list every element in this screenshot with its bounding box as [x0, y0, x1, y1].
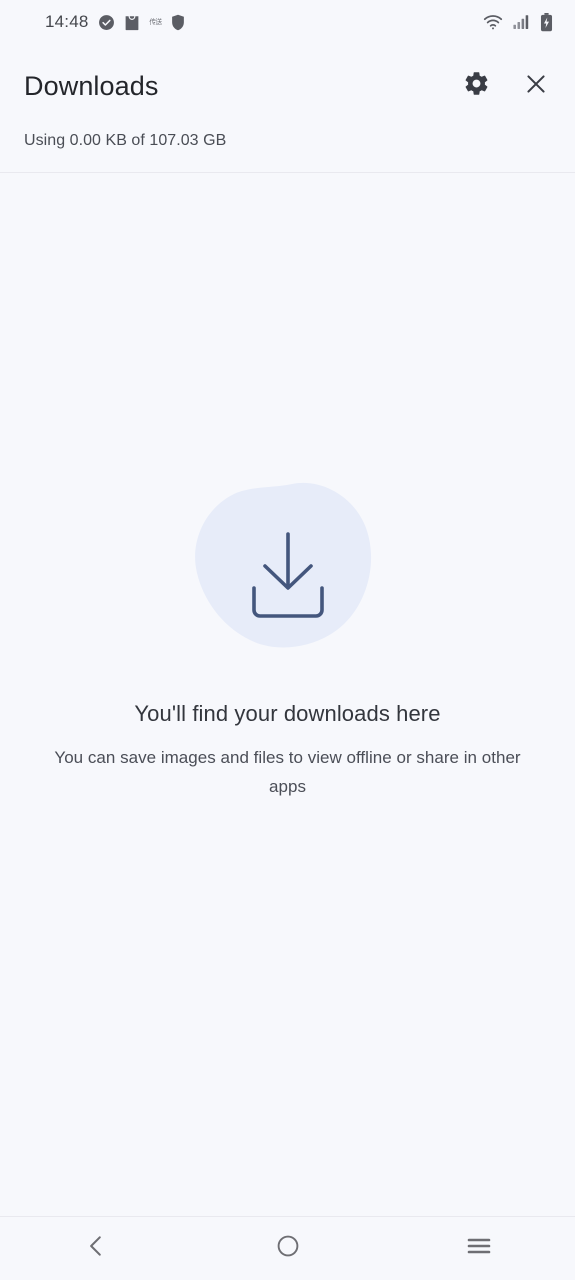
empty-state-headline: You'll find your downloads here	[134, 701, 441, 726]
check-circle-icon	[98, 14, 115, 31]
close-button[interactable]	[519, 69, 553, 103]
battery-charging-icon	[540, 12, 553, 32]
status-bar-right	[483, 12, 553, 32]
header-row: Downloads	[24, 58, 553, 114]
status-bar-left: 14:48 传送	[45, 12, 185, 32]
nav-recents-button[interactable]	[383, 1217, 575, 1280]
status-bar-clock: 14:48	[45, 12, 89, 31]
circle-icon	[276, 1234, 300, 1263]
settings-button[interactable]	[459, 69, 493, 103]
header-actions	[459, 69, 553, 103]
hamburger-menu-icon	[466, 1236, 492, 1261]
empty-state-subtext: You can save images and files to view of…	[54, 748, 521, 797]
cellular-signal-icon	[513, 14, 530, 30]
status-bar: 14:48 传送	[0, 0, 575, 44]
wifi-icon	[483, 14, 503, 30]
chevron-left-icon	[83, 1233, 109, 1264]
gear-icon	[463, 70, 490, 102]
page-title: Downloads	[24, 70, 159, 101]
empty-state: You'll find your downloads here You can …	[0, 480, 575, 801]
close-icon	[523, 71, 549, 102]
downloads-list-empty: You'll find your downloads here You can …	[0, 173, 575, 1216]
download-illustration	[188, 480, 388, 665]
system-navigation-bar	[0, 1216, 575, 1280]
shield-icon	[171, 14, 185, 31]
cjk-text-badge: 传送	[148, 18, 162, 26]
nav-home-button[interactable]	[192, 1217, 384, 1280]
download-tray-icon	[251, 531, 324, 618]
shopping-bag-icon	[124, 14, 140, 31]
nav-back-button[interactable]	[0, 1217, 192, 1280]
storage-usage-text: Using 0.00 KB of 107.03 GB	[24, 132, 227, 149]
phone-screen: 14:48 传送 Downloads Using 0.00 KB of 107.…	[0, 0, 575, 1280]
app-header: Downloads Using 0.00 KB of 107.03 GB	[0, 44, 575, 172]
